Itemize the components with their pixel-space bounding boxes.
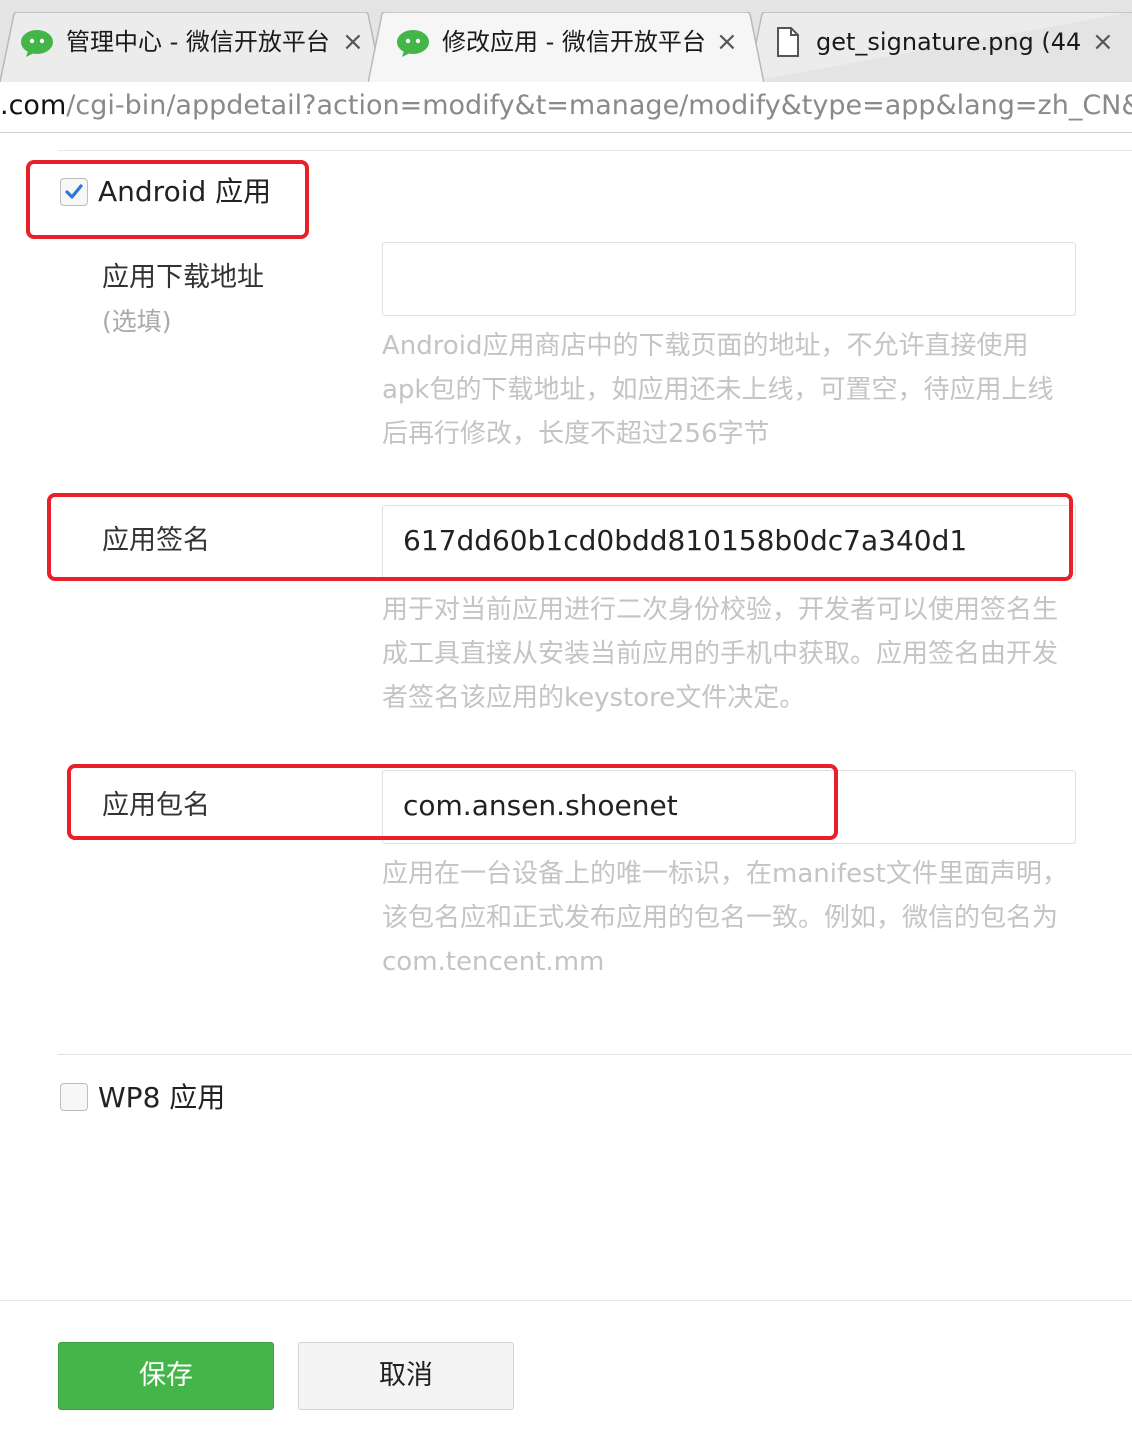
highlight-signature <box>47 493 1073 581</box>
browser-tab-strip: 管理中心 - 微信开放平台 × get_signature.png (448 ×… <box>0 0 1132 83</box>
package-hint: 应用在一台设备上的唯一标识，在manifest文件里面声明，该包名应和正式发布应… <box>382 859 1068 977</box>
save-button[interactable]: 保存 <box>58 1342 274 1410</box>
highlight-package <box>67 764 838 840</box>
wp8-checkbox-label[interactable]: WP8 应用 <box>98 1080 225 1116</box>
close-icon[interactable]: × <box>716 28 738 56</box>
footer-divider <box>0 1300 1132 1301</box>
url-text[interactable]: .com/cgi-bin/appdetail?action=modify&t=m… <box>0 88 1132 124</box>
wp8-checkbox[interactable] <box>60 1083 88 1111</box>
close-icon[interactable]: × <box>1092 28 1114 56</box>
cancel-button[interactable]: 取消 <box>298 1342 514 1410</box>
wechat-favicon-icon <box>21 30 53 57</box>
platform-divider <box>58 1054 1132 1055</box>
section-divider <box>58 150 1132 151</box>
browser-tab-management-center[interactable]: 管理中心 - 微信开放平台 × <box>0 12 382 82</box>
download-url-hint: Android应用商店中的下载页面的地址，不允许直接使用apk包的下载地址，如应… <box>382 331 1054 449</box>
document-icon <box>777 27 799 57</box>
tab-title: 修改应用 - 微信开放平台 <box>442 28 706 56</box>
signature-hint: 用于对当前应用进行二次身份校验，开发者可以使用签名生成工具直接从安装当前应用的手… <box>382 595 1059 713</box>
download-url-label: 应用下载地址 <box>102 262 264 293</box>
highlight-android <box>26 160 309 239</box>
url-path: /cgi-bin/appdetail?action=modify&t=manag… <box>66 90 1132 121</box>
browser-tab-modify-app[interactable]: 修改应用 - 微信开放平台 × <box>368 12 764 83</box>
optional-note: (选填) <box>102 307 172 336</box>
tab-title: 管理中心 - 微信开放平台 <box>66 28 330 56</box>
browser-tab-get-signature[interactable]: get_signature.png (448 × <box>748 12 1132 82</box>
download-url-input[interactable] <box>382 242 1076 316</box>
wechat-favicon-icon <box>397 30 429 57</box>
tab-title: get_signature.png (448 <box>816 28 1080 56</box>
url-host: .com <box>0 90 67 121</box>
address-bar[interactable]: .com/cgi-bin/appdetail?action=modify&t=m… <box>0 82 1132 133</box>
close-icon[interactable]: × <box>342 28 364 56</box>
